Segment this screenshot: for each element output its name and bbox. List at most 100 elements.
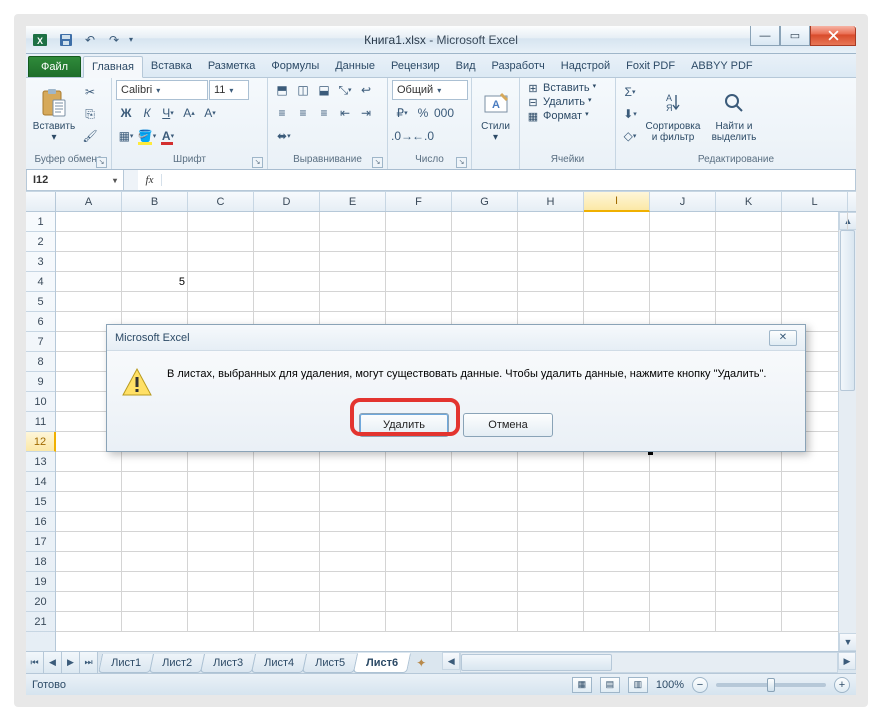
insert-cells-button[interactable]: ⊞Вставить▾ <box>524 82 596 95</box>
col-header-C[interactable]: C <box>188 192 254 211</box>
zoom-out-button[interactable]: − <box>692 677 708 693</box>
tab-вставка[interactable]: Вставка <box>143 56 200 77</box>
tab-формулы[interactable]: Формулы <box>263 56 327 77</box>
currency-button[interactable]: ₽▾ <box>392 103 412 123</box>
align-left-button[interactable]: ≡ <box>272 103 292 123</box>
decrease-decimal-button[interactable]: ←.0 <box>413 126 433 146</box>
increase-font-button[interactable]: A▴ <box>179 103 199 123</box>
dialog-cancel-button[interactable]: Отмена <box>463 413 553 437</box>
sheet-tab-Лист6[interactable]: Лист6 <box>353 653 411 673</box>
decrease-indent-button[interactable]: ⇤ <box>335 103 355 123</box>
align-middle-button[interactable]: ◫ <box>293 80 313 100</box>
qat-redo-button[interactable]: ↷ <box>103 29 125 51</box>
row-header-2[interactable]: 2 <box>26 232 55 252</box>
window-minimize-button[interactable]: — <box>750 26 780 46</box>
view-page-layout-button[interactable]: ▤ <box>600 677 620 693</box>
window-maximize-button[interactable]: ▭ <box>780 26 810 46</box>
hscroll-thumb[interactable] <box>461 654 611 671</box>
sheet-tab-Лист2[interactable]: Лист2 <box>149 654 205 673</box>
scroll-left-button[interactable]: ◀ <box>442 652 460 670</box>
vscroll-thumb[interactable] <box>840 230 855 391</box>
view-normal-button[interactable]: ▦ <box>572 677 592 693</box>
row-header-10[interactable]: 10 <box>26 392 55 412</box>
scroll-right-button[interactable]: ▶ <box>838 652 856 670</box>
row-header-19[interactable]: 19 <box>26 572 55 592</box>
sheet-tab-Лист1[interactable]: Лист1 <box>98 654 154 673</box>
borders-button[interactable]: ▦▾ <box>116 126 136 146</box>
italic-button[interactable]: К <box>137 103 157 123</box>
underline-button[interactable]: Ч▾ <box>158 103 178 123</box>
sheet-nav-last[interactable]: ⏭ <box>80 652 98 673</box>
font-launcher[interactable]: ↘ <box>252 157 263 168</box>
find-select-button[interactable]: Найти и выделить <box>706 80 762 150</box>
align-bottom-button[interactable]: ⬓ <box>314 80 334 100</box>
paste-button[interactable]: Вставить▾ <box>30 80 78 150</box>
sort-filter-button[interactable]: АЯ Сортировка и фильтр <box>642 80 704 150</box>
row-header-12[interactable]: 12 <box>26 432 56 452</box>
sheet-nav-prev[interactable]: ◀ <box>44 652 62 673</box>
decrease-font-button[interactable]: A▾ <box>200 103 220 123</box>
col-header-I[interactable]: I <box>584 192 650 212</box>
tab-данные[interactable]: Данные <box>327 56 383 77</box>
vertical-scrollbar[interactable]: ▲ ▼ <box>838 212 856 651</box>
row-header-3[interactable]: 3 <box>26 252 55 272</box>
row-header-8[interactable]: 8 <box>26 352 55 372</box>
clear-button[interactable]: ◇▾ <box>620 126 640 146</box>
col-header-A[interactable]: A <box>56 192 122 211</box>
fx-button[interactable]: fx <box>138 174 162 186</box>
delete-cells-button[interactable]: ⊟Удалить▾ <box>524 96 592 109</box>
row-header-6[interactable]: 6 <box>26 312 55 332</box>
cut-button[interactable]: ✂ <box>80 82 100 102</box>
view-page-break-button[interactable]: ▥ <box>628 677 648 693</box>
col-header-B[interactable]: B <box>122 192 188 211</box>
window-close-button[interactable] <box>810 26 856 46</box>
col-header-E[interactable]: E <box>320 192 386 211</box>
wrap-text-button[interactable]: ↩ <box>356 80 376 100</box>
copy-button[interactable]: ⎘ <box>80 104 100 124</box>
dialog-close-button[interactable]: ✕ <box>769 330 797 346</box>
format-cells-button[interactable]: ▦Формат▾ <box>524 110 589 123</box>
row-header-17[interactable]: 17 <box>26 532 55 552</box>
increase-decimal-button[interactable]: .0→ <box>392 126 412 146</box>
align-top-button[interactable]: ⬒ <box>272 80 292 100</box>
tab-главная[interactable]: Главная <box>83 56 143 78</box>
excel-app-icon[interactable]: X <box>30 30 50 50</box>
col-header-L[interactable]: L <box>782 192 848 211</box>
col-header-F[interactable]: F <box>386 192 452 211</box>
horizontal-scrollbar[interactable]: ◀ ▶ <box>442 652 856 673</box>
orientation-button[interactable]: ⤡▾ <box>335 80 355 100</box>
row-header-1[interactable]: 1 <box>26 212 55 232</box>
zoom-in-button[interactable]: + <box>834 677 850 693</box>
row-header-16[interactable]: 16 <box>26 512 55 532</box>
row-header-18[interactable]: 18 <box>26 552 55 572</box>
format-painter-button[interactable]: 🖌 <box>80 126 100 146</box>
tab-рецензир[interactable]: Рецензир <box>383 56 448 77</box>
styles-button[interactable]: A Стили▾ <box>476 80 515 150</box>
sheet-tab-Лист3[interactable]: Лист3 <box>200 654 256 673</box>
scroll-down-button[interactable]: ▼ <box>839 633 856 651</box>
row-header-13[interactable]: 13 <box>26 452 55 472</box>
tab-разработч[interactable]: Разработч <box>484 56 553 77</box>
row-header-21[interactable]: 21 <box>26 612 55 632</box>
new-sheet-button[interactable]: ✦ <box>408 652 434 673</box>
number-launcher[interactable]: ↘ <box>456 157 467 168</box>
merge-center-button[interactable]: ⬌ ▾ <box>272 126 296 146</box>
comma-button[interactable]: 000 <box>434 103 454 123</box>
row-header-20[interactable]: 20 <box>26 592 55 612</box>
select-all-corner[interactable] <box>26 192 56 211</box>
autosum-button[interactable]: Σ▾ <box>620 82 640 102</box>
align-center-button[interactable]: ≡ <box>293 103 313 123</box>
qat-save-button[interactable] <box>55 29 77 51</box>
tab-abbyy pdf[interactable]: ABBYY PDF <box>683 56 761 77</box>
col-header-K[interactable]: K <box>716 192 782 211</box>
font-name-combo[interactable]: Calibri▾ <box>116 80 208 100</box>
tab-вид[interactable]: Вид <box>448 56 484 77</box>
zoom-slider[interactable] <box>716 683 826 687</box>
percent-button[interactable]: % <box>413 103 433 123</box>
qat-undo-button[interactable]: ↶ <box>79 29 101 51</box>
tab-надстрой[interactable]: Надстрой <box>553 56 618 77</box>
name-box[interactable]: I12▾ <box>26 170 124 191</box>
row-header-4[interactable]: 4 <box>26 272 55 292</box>
row-header-5[interactable]: 5 <box>26 292 55 312</box>
clipboard-launcher[interactable]: ↘ <box>96 157 107 168</box>
